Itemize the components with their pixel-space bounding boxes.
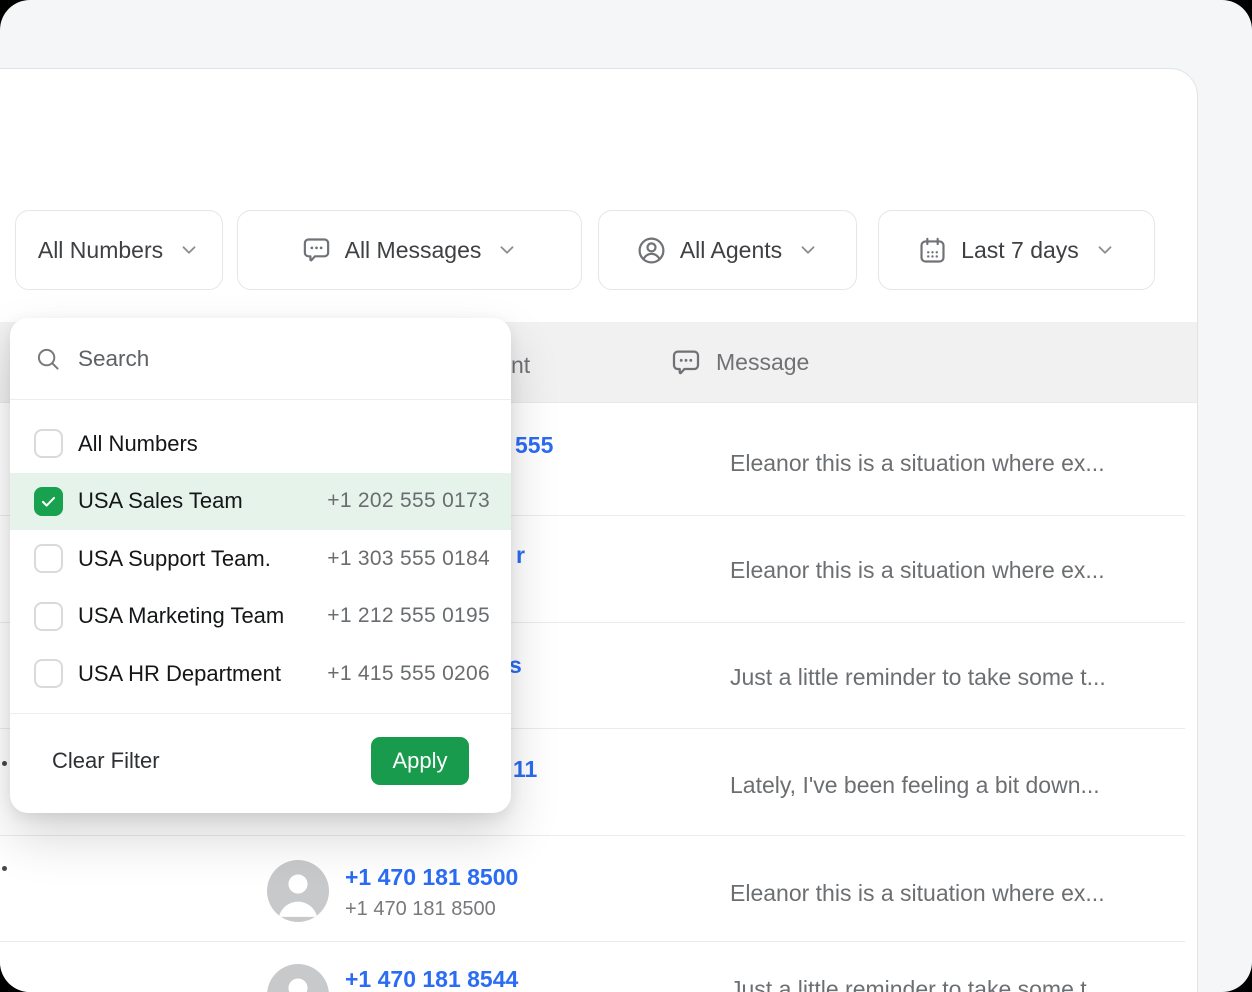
checkbox-unchecked-icon[interactable] — [34, 544, 63, 573]
row-message-preview: Lately, I've been feeling a bit down... — [730, 772, 1100, 799]
dropdown-item-label: All Numbers — [78, 431, 198, 457]
truncated-text-fragment — [2, 761, 7, 766]
dropdown-item-phone: +1 212 555 0195 — [327, 604, 490, 628]
row-message-preview: Eleanor this is a situation where ex... — [730, 450, 1105, 477]
row-contact-link-fragment[interactable]: 11 — [513, 756, 537, 783]
person-icon — [267, 860, 329, 922]
dropdown-item-label: USA HR Department — [78, 661, 281, 687]
search-input[interactable] — [78, 346, 487, 372]
filter-all-messages-label: All Messages — [345, 237, 482, 264]
dropdown-item-phone: +1 303 555 0184 — [327, 547, 490, 571]
filter-all-numbers-label: All Numbers — [38, 237, 163, 264]
table-header-contact-fragment: nt — [511, 352, 530, 379]
numbers-filter-dropdown: All Numbers USA Sales Team +1 202 555 01… — [10, 318, 511, 813]
truncated-text-fragment — [2, 866, 7, 871]
row-contact-link[interactable]: +1 470 181 8544 — [345, 966, 518, 992]
chevron-down-icon — [496, 239, 518, 261]
message-bubble-icon — [670, 347, 702, 379]
search-icon — [34, 345, 62, 373]
filter-all-messages-button[interactable]: All Messages — [237, 210, 582, 290]
row-message-preview: Just a little reminder to take some t... — [730, 976, 1106, 992]
dropdown-item-phone: +1 202 555 0173 — [327, 489, 490, 513]
table-header-message-label: Message — [716, 349, 809, 376]
row-contact-link[interactable]: +1 470 181 8500 — [345, 864, 518, 891]
app-screen: All Numbers All Messages All Agents Last… — [0, 0, 1252, 992]
dropdown-item-usa-marketing-team[interactable]: USA Marketing Team +1 212 555 0195 — [10, 588, 511, 646]
filter-all-agents-label: All Agents — [680, 237, 782, 264]
avatar — [267, 860, 329, 922]
check-icon — [39, 492, 58, 511]
dropdown-item-usa-hr-department[interactable]: USA HR Department +1 415 555 0206 — [10, 645, 511, 703]
dropdown-item-label: USA Sales Team — [78, 488, 243, 514]
checkbox-unchecked-icon[interactable] — [34, 429, 63, 458]
dropdown-item-all-numbers[interactable]: All Numbers — [10, 415, 511, 473]
dropdown-item-list: All Numbers USA Sales Team +1 202 555 01… — [10, 415, 511, 703]
filter-date-range-label: Last 7 days — [961, 237, 1079, 264]
user-circle-icon — [636, 235, 667, 266]
clear-filter-button[interactable]: Clear Filter — [52, 748, 160, 774]
dropdown-item-usa-support-team[interactable]: USA Support Team. +1 303 555 0184 — [10, 530, 511, 588]
row-contact-link-fragment[interactable]: 555 — [515, 432, 553, 459]
row-message-preview: Eleanor this is a situation where ex... — [730, 557, 1105, 584]
apply-button[interactable]: Apply — [371, 737, 469, 785]
dropdown-item-usa-sales-team[interactable]: USA Sales Team +1 202 555 0173 — [10, 473, 511, 531]
checkbox-unchecked-icon[interactable] — [34, 602, 63, 631]
row-message-preview: Just a little reminder to take some t... — [730, 664, 1106, 691]
row-divider — [0, 835, 1185, 836]
checkbox-checked-icon[interactable] — [34, 487, 63, 516]
checkbox-unchecked-icon[interactable] — [34, 659, 63, 688]
dropdown-item-phone: +1 415 555 0206 — [327, 662, 490, 686]
row-divider — [0, 941, 1185, 942]
row-contact-link-fragment[interactable]: r — [516, 542, 525, 569]
filter-date-range-button[interactable]: Last 7 days — [878, 210, 1155, 290]
chevron-down-icon — [178, 239, 200, 261]
chevron-down-icon — [1094, 239, 1116, 261]
message-bubble-icon — [301, 235, 332, 266]
dropdown-footer: Clear Filter Apply — [10, 713, 511, 813]
row-message-preview: Eleanor this is a situation where ex... — [730, 880, 1105, 907]
row-contact-subnumber: +1 470 181 8500 — [345, 898, 496, 921]
calendar-icon — [917, 235, 948, 266]
dropdown-item-label: USA Support Team. — [78, 546, 271, 572]
filter-all-numbers-button[interactable]: All Numbers — [15, 210, 223, 290]
chevron-down-icon — [797, 239, 819, 261]
filter-all-agents-button[interactable]: All Agents — [598, 210, 857, 290]
dropdown-search-row — [10, 318, 511, 400]
dropdown-item-label: USA Marketing Team — [78, 603, 284, 629]
table-header-message-column: Message — [670, 322, 809, 403]
